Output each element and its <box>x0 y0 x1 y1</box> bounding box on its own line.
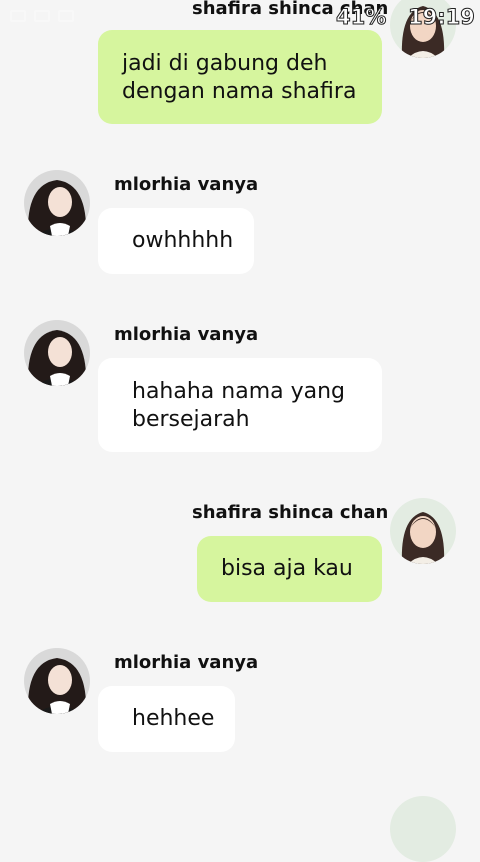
chat-icon <box>34 10 50 22</box>
avatar-image <box>24 170 90 236</box>
sender-name: shafira shinca chan <box>192 502 389 523</box>
sender-name: mlorhia vanya <box>114 652 259 673</box>
avatar-image <box>24 320 90 386</box>
avatar[interactable] <box>24 320 90 386</box>
message-bubble[interactable]: bisa aja kau <box>197 536 382 602</box>
battery-level: 41% <box>335 5 387 30</box>
avatar-image <box>390 498 456 564</box>
message-bubble[interactable]: jadi di gabung deh dengan nama shafira <box>98 30 382 124</box>
sender-name: mlorhia vanya <box>114 174 259 195</box>
message-bubble[interactable]: owhhhhh <box>98 208 254 274</box>
notification-icons <box>10 10 74 22</box>
avatar[interactable] <box>24 170 90 236</box>
message-bubble[interactable]: hahaha nama yang bersejarah <box>98 358 382 452</box>
status-bar: 41% 19:19 <box>0 0 480 36</box>
avatar[interactable] <box>24 648 90 714</box>
avatar[interactable] <box>390 796 456 862</box>
message-icon <box>10 10 26 22</box>
mail-icon <box>58 10 74 22</box>
avatar-image <box>24 648 90 714</box>
avatar-image <box>390 796 456 862</box>
clock: 19:19 <box>408 5 476 30</box>
sender-name: mlorhia vanya <box>114 324 259 345</box>
avatar[interactable] <box>390 498 456 564</box>
message-bubble[interactable]: hehhee <box>98 686 235 752</box>
